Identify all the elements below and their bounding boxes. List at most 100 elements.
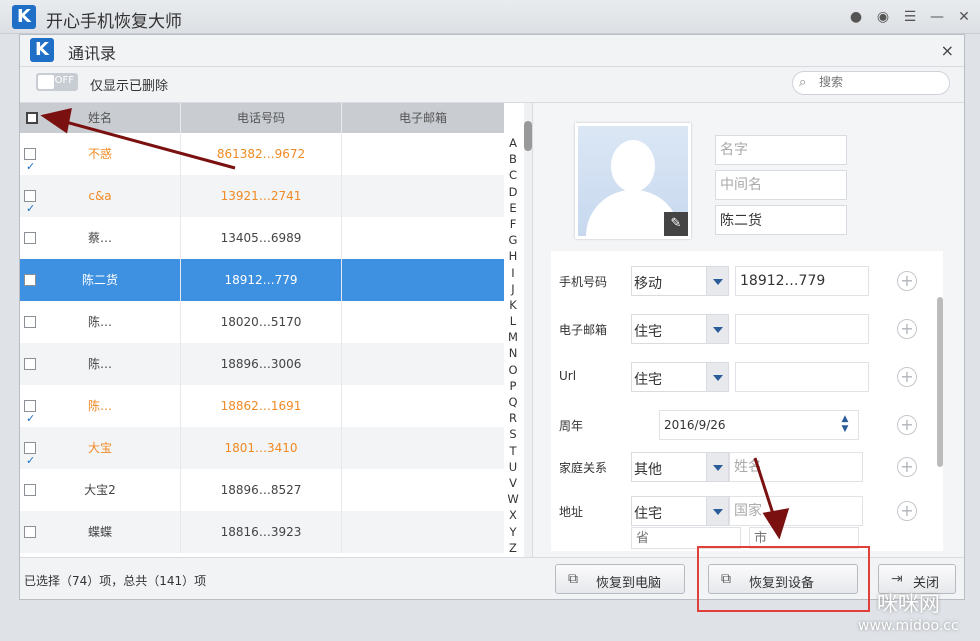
email-type-select[interactable]: 住宅 xyxy=(631,314,729,344)
table-body: 不惑861382…9672c&a13921…2741蔡…13405…6989陈二… xyxy=(20,133,504,557)
alphabet-letter[interactable]: M xyxy=(504,329,522,345)
add-phone-icon[interactable]: + xyxy=(897,271,917,291)
row-checkbox[interactable] xyxy=(24,526,36,538)
alphabet-letter[interactable]: D xyxy=(504,184,522,200)
highlight-box xyxy=(697,546,870,612)
date-spinner-icon[interactable]: ▲ ▼ xyxy=(840,414,850,434)
alphabet-letter[interactable]: J xyxy=(504,281,522,297)
row-checkbox[interactable] xyxy=(24,146,36,188)
scrollbar-thumb[interactable] xyxy=(524,121,532,151)
add-url-icon[interactable]: + xyxy=(897,367,917,387)
chevron-down-icon[interactable] xyxy=(706,497,728,525)
column-header-email[interactable]: 电子邮箱 xyxy=(342,103,504,133)
column-header-name[interactable]: 姓名 xyxy=(20,103,181,133)
alphabet-letter[interactable]: F xyxy=(504,216,522,232)
chevron-down-icon[interactable] xyxy=(706,267,728,295)
search-input[interactable] xyxy=(819,75,939,89)
middle-name-field[interactable] xyxy=(715,170,847,200)
address-type-value: 住宅 xyxy=(634,506,662,522)
table-row[interactable]: 蔡… 13405…6989 xyxy=(20,217,504,259)
edit-pencil-icon[interactable]: ✎ xyxy=(664,212,688,236)
search-box[interactable]: ⌕ xyxy=(792,71,950,95)
table-row[interactable]: c&a 13921…2741 xyxy=(20,175,504,230)
chevron-down-icon[interactable] xyxy=(706,453,728,481)
alphabet-letter[interactable]: V xyxy=(504,475,522,491)
row-checkbox[interactable] xyxy=(24,316,36,328)
chat-icon[interactable]: ◉ xyxy=(874,8,892,26)
table-row[interactable]: 陈… 18862…1691 xyxy=(20,385,504,440)
close-icon[interactable]: ✕ xyxy=(955,8,973,26)
table-row[interactable]: 不惑 861382…9672 xyxy=(20,133,504,188)
alphabet-letter[interactable]: K xyxy=(504,297,522,313)
alphabet-letter[interactable]: T xyxy=(504,443,522,459)
table-row[interactable]: 大宝 1801…3410 xyxy=(20,427,504,482)
column-header-phone[interactable]: 电话号码 xyxy=(181,103,342,133)
alphabet-letter[interactable]: O xyxy=(504,362,522,378)
alphabet-letter[interactable]: S xyxy=(504,426,522,442)
alphabet-letter[interactable]: Q xyxy=(504,394,522,410)
contact-detail-panel: ✎ 手机号码 移动 + 电子邮箱 住宅 + xyxy=(532,103,964,557)
table-row[interactable]: 大宝2 18896…8527 xyxy=(20,469,504,511)
row-checkbox[interactable] xyxy=(24,484,36,496)
row-checkbox[interactable] xyxy=(24,188,36,230)
alphabet-letter[interactable]: I xyxy=(504,265,522,281)
alphabet-letter[interactable]: C xyxy=(504,167,522,183)
add-anniversary-icon[interactable]: + xyxy=(897,415,917,435)
table-row[interactable]: 陈二货 18912…779 xyxy=(20,259,504,301)
table-row[interactable]: 陈… 18896…3006 xyxy=(20,343,504,385)
alphabet-letter[interactable]: Z xyxy=(504,540,522,556)
add-address-icon[interactable]: + xyxy=(897,501,917,521)
wechat-icon[interactable]: ● xyxy=(847,8,865,26)
alphabet-letter[interactable]: E xyxy=(504,200,522,216)
first-name-field[interactable] xyxy=(715,135,847,165)
cell-email xyxy=(342,469,504,511)
add-email-icon[interactable]: + xyxy=(897,319,917,339)
alphabet-letter[interactable]: G xyxy=(504,232,522,248)
alphabet-letter[interactable]: X xyxy=(504,507,522,523)
row-checkbox[interactable] xyxy=(24,440,36,482)
detail-scrollbar[interactable] xyxy=(937,297,943,467)
alphabet-letter[interactable]: R xyxy=(504,410,522,426)
minimize-icon[interactable]: — xyxy=(928,8,946,26)
row-checkbox[interactable] xyxy=(24,358,36,370)
anniversary-date-input[interactable]: 2016/9/26 ▲ ▼ xyxy=(659,410,859,440)
email-input[interactable] xyxy=(735,314,869,344)
alphabet-letter[interactable]: P xyxy=(504,378,522,394)
relation-type-select[interactable]: 其他 xyxy=(631,452,729,482)
url-input[interactable] xyxy=(735,362,869,392)
alphabet-letter[interactable]: B xyxy=(504,151,522,167)
cell-name: 大宝2 xyxy=(20,469,181,511)
contact-avatar[interactable]: ✎ xyxy=(575,123,691,239)
alphabet-letter[interactable]: N xyxy=(504,345,522,361)
address-type-select[interactable]: 住宅 xyxy=(631,496,729,526)
table-row[interactable]: 陈… 18020…5170 xyxy=(20,301,504,343)
alphabet-letter[interactable]: W xyxy=(504,491,522,507)
chevron-down-icon[interactable] xyxy=(706,363,728,391)
last-name-field[interactable] xyxy=(715,205,847,235)
row-checkbox[interactable] xyxy=(24,398,36,440)
restore-to-pc-button[interactable]: ⧉ 恢复到电脑 xyxy=(555,564,685,594)
row-checkbox[interactable] xyxy=(24,232,36,244)
menu-icon[interactable]: ☰ xyxy=(901,8,919,26)
row-checkbox[interactable] xyxy=(24,274,36,286)
phone-input[interactable] xyxy=(735,266,869,296)
select-all-checkbox[interactable] xyxy=(26,112,38,124)
chevron-down-icon[interactable] xyxy=(706,315,728,343)
cell-phone: 18020…5170 xyxy=(181,301,342,343)
alphabet-letter[interactable]: A xyxy=(504,135,522,151)
url-type-select[interactable]: 住宅 xyxy=(631,362,729,392)
phone-type-select[interactable]: 移动 xyxy=(631,266,729,296)
dialog-close-icon[interactable]: × xyxy=(941,41,954,60)
add-relation-icon[interactable]: + xyxy=(897,457,917,477)
table-scrollbar[interactable] xyxy=(524,103,532,557)
alphabet-letter[interactable]: L xyxy=(504,313,522,329)
country-input[interactable] xyxy=(729,496,863,526)
deleted-only-toggle[interactable]: OFF xyxy=(36,73,78,91)
alphabet-letter[interactable]: U xyxy=(504,459,522,475)
alphabet-letter[interactable]: H xyxy=(504,248,522,264)
relation-name-input[interactable] xyxy=(729,452,863,482)
alphabet-letter[interactable]: Y xyxy=(504,524,522,540)
table-row[interactable]: 蝶蝶 18816…3923 xyxy=(20,511,504,553)
cell-phone: 18816…3923 xyxy=(181,511,342,553)
address-row: 地址 住宅 + xyxy=(551,493,943,551)
